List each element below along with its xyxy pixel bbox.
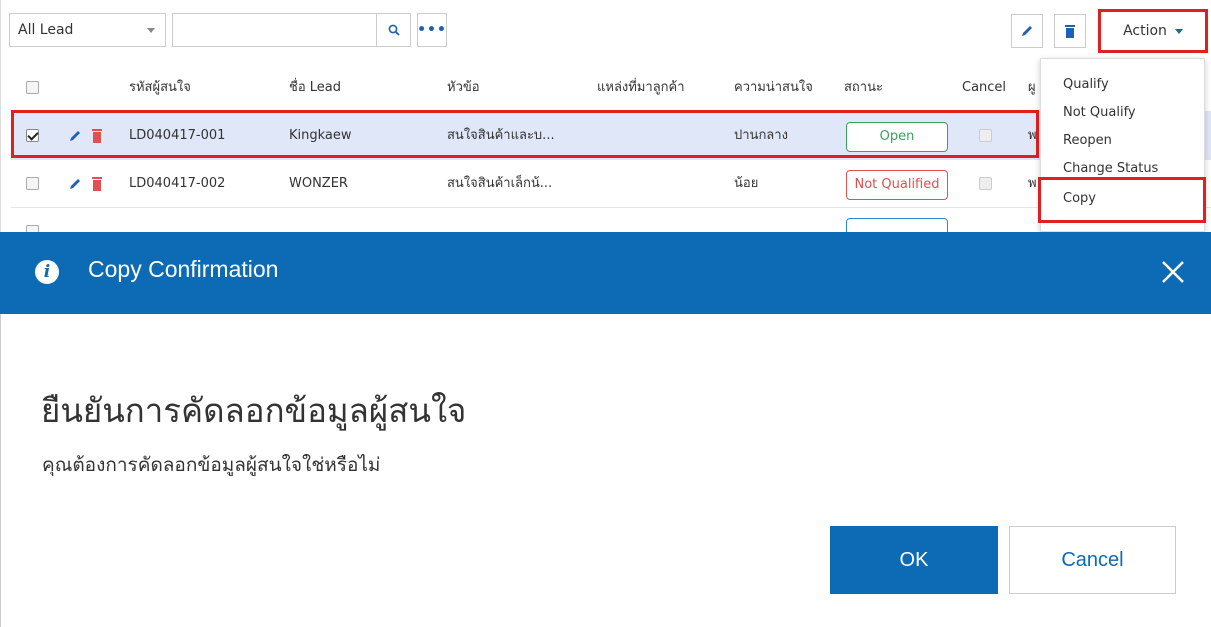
lead-filter-select[interactable]: All Lead	[9, 13, 166, 47]
cancel-checkbox	[979, 129, 992, 142]
header-lead-name[interactable]: ชื่อ Lead	[289, 64, 341, 112]
lead-code: LD040417-002	[129, 176, 226, 191]
ok-button[interactable]: OK	[830, 526, 998, 594]
pencil-icon[interactable]	[68, 129, 82, 143]
toolbar: All Lead ••• Action	[1, 0, 1211, 58]
trash-icon	[1065, 25, 1075, 38]
info-icon: i	[35, 260, 59, 284]
lead-table: รหัสผู้สนใจ ชื่อ Lead หัวข้อ แหล่งที่มาล…	[11, 64, 1211, 232]
select-all-checkbox[interactable]	[26, 81, 39, 94]
header-lead-code[interactable]: รหัสผู้สนใจ	[129, 64, 191, 112]
ellipsis-icon: •••	[417, 22, 447, 38]
table-header: รหัสผู้สนใจ ชื่อ Lead หัวข้อ แหล่งที่มาล…	[11, 64, 1211, 112]
row-checkbox[interactable]	[26, 177, 39, 190]
header-owner[interactable]: ผู	[1028, 64, 1036, 112]
table-row[interactable]	[11, 208, 1211, 232]
lead-code: LD040417-001	[129, 128, 226, 143]
dialog-body: ยืนยันการคัดลอกข้อมูลผู้สนใจ คุณต้องการค…	[0, 314, 1211, 627]
header-topic[interactable]: หัวข้อ	[447, 64, 480, 112]
chevron-down-icon	[1174, 28, 1183, 34]
pencil-icon	[1022, 26, 1032, 36]
cancel-button[interactable]: Cancel	[1009, 526, 1176, 594]
menu-item-not-qualify[interactable]: Not Qualify	[1063, 105, 1136, 120]
lead-interest: น้อย	[734, 176, 759, 191]
menu-item-change-status[interactable]: Change Status	[1063, 161, 1158, 176]
table-row[interactable]: LD040417-002 WONZER สนใจสินค้าเล็กน้... …	[11, 160, 1211, 208]
copy-item-highlight	[1038, 177, 1206, 223]
edit-button[interactable]	[1011, 14, 1043, 48]
search-icon	[388, 24, 400, 36]
search-button[interactable]	[376, 13, 411, 47]
lead-name: WONZER	[289, 176, 348, 191]
chevron-down-icon	[147, 28, 155, 33]
dialog-title: Copy Confirmation	[88, 256, 279, 282]
header-customer-source[interactable]: แหล่งที่มาลูกค้า	[597, 64, 685, 112]
trash-icon[interactable]	[92, 176, 102, 191]
delete-button[interactable]	[1054, 14, 1086, 48]
header-cancel[interactable]: Cancel	[962, 64, 1006, 112]
status-badge	[846, 218, 948, 232]
cancel-checkbox	[979, 177, 992, 190]
action-button-label: Action	[1123, 23, 1167, 39]
lead-topic: สนใจสินค้าและบ...	[447, 128, 555, 143]
close-icon[interactable]	[1153, 252, 1193, 292]
trash-icon[interactable]	[92, 128, 102, 143]
row-checkbox[interactable]	[26, 225, 39, 232]
lead-name: Kingkaew	[289, 128, 352, 143]
lead-owner: พ	[1028, 176, 1037, 191]
confirm-message: คุณต้องการคัดลอกข้อมูลผู้สนใจใช่หรือไม่	[42, 454, 381, 476]
search-input[interactable]	[172, 13, 376, 47]
lead-owner: พ	[1028, 128, 1037, 143]
confirm-heading: ยืนยันการคัดลอกข้อมูลผู้สนใจ	[41, 391, 467, 430]
pencil-icon[interactable]	[68, 177, 82, 191]
status-badge: Not Qualified	[846, 170, 948, 200]
more-options-button[interactable]: •••	[417, 13, 447, 47]
lead-topic: สนใจสินค้าเล็กน้...	[447, 176, 553, 191]
status-badge: Open	[846, 122, 948, 152]
row-checkbox[interactable]	[26, 129, 39, 142]
table-row[interactable]: LD040417-001 Kingkaew สนใจสินค้าและบ... …	[11, 112, 1211, 160]
lead-interest: ปานกลาง	[734, 128, 788, 143]
action-button[interactable]: Action	[1098, 9, 1208, 53]
menu-item-qualify[interactable]: Qualify	[1063, 77, 1109, 92]
menu-item-reopen[interactable]: Reopen	[1063, 133, 1112, 148]
lead-list-panel: All Lead ••• Action รหัสผู้สนใจ ชื่อ Lea…	[0, 0, 1211, 232]
dialog-header: i Copy Confirmation	[0, 232, 1211, 314]
header-interest[interactable]: ความน่าสนใจ	[734, 64, 813, 112]
lead-filter-value: All Lead	[18, 22, 74, 38]
header-status[interactable]: สถานะ	[844, 64, 883, 112]
